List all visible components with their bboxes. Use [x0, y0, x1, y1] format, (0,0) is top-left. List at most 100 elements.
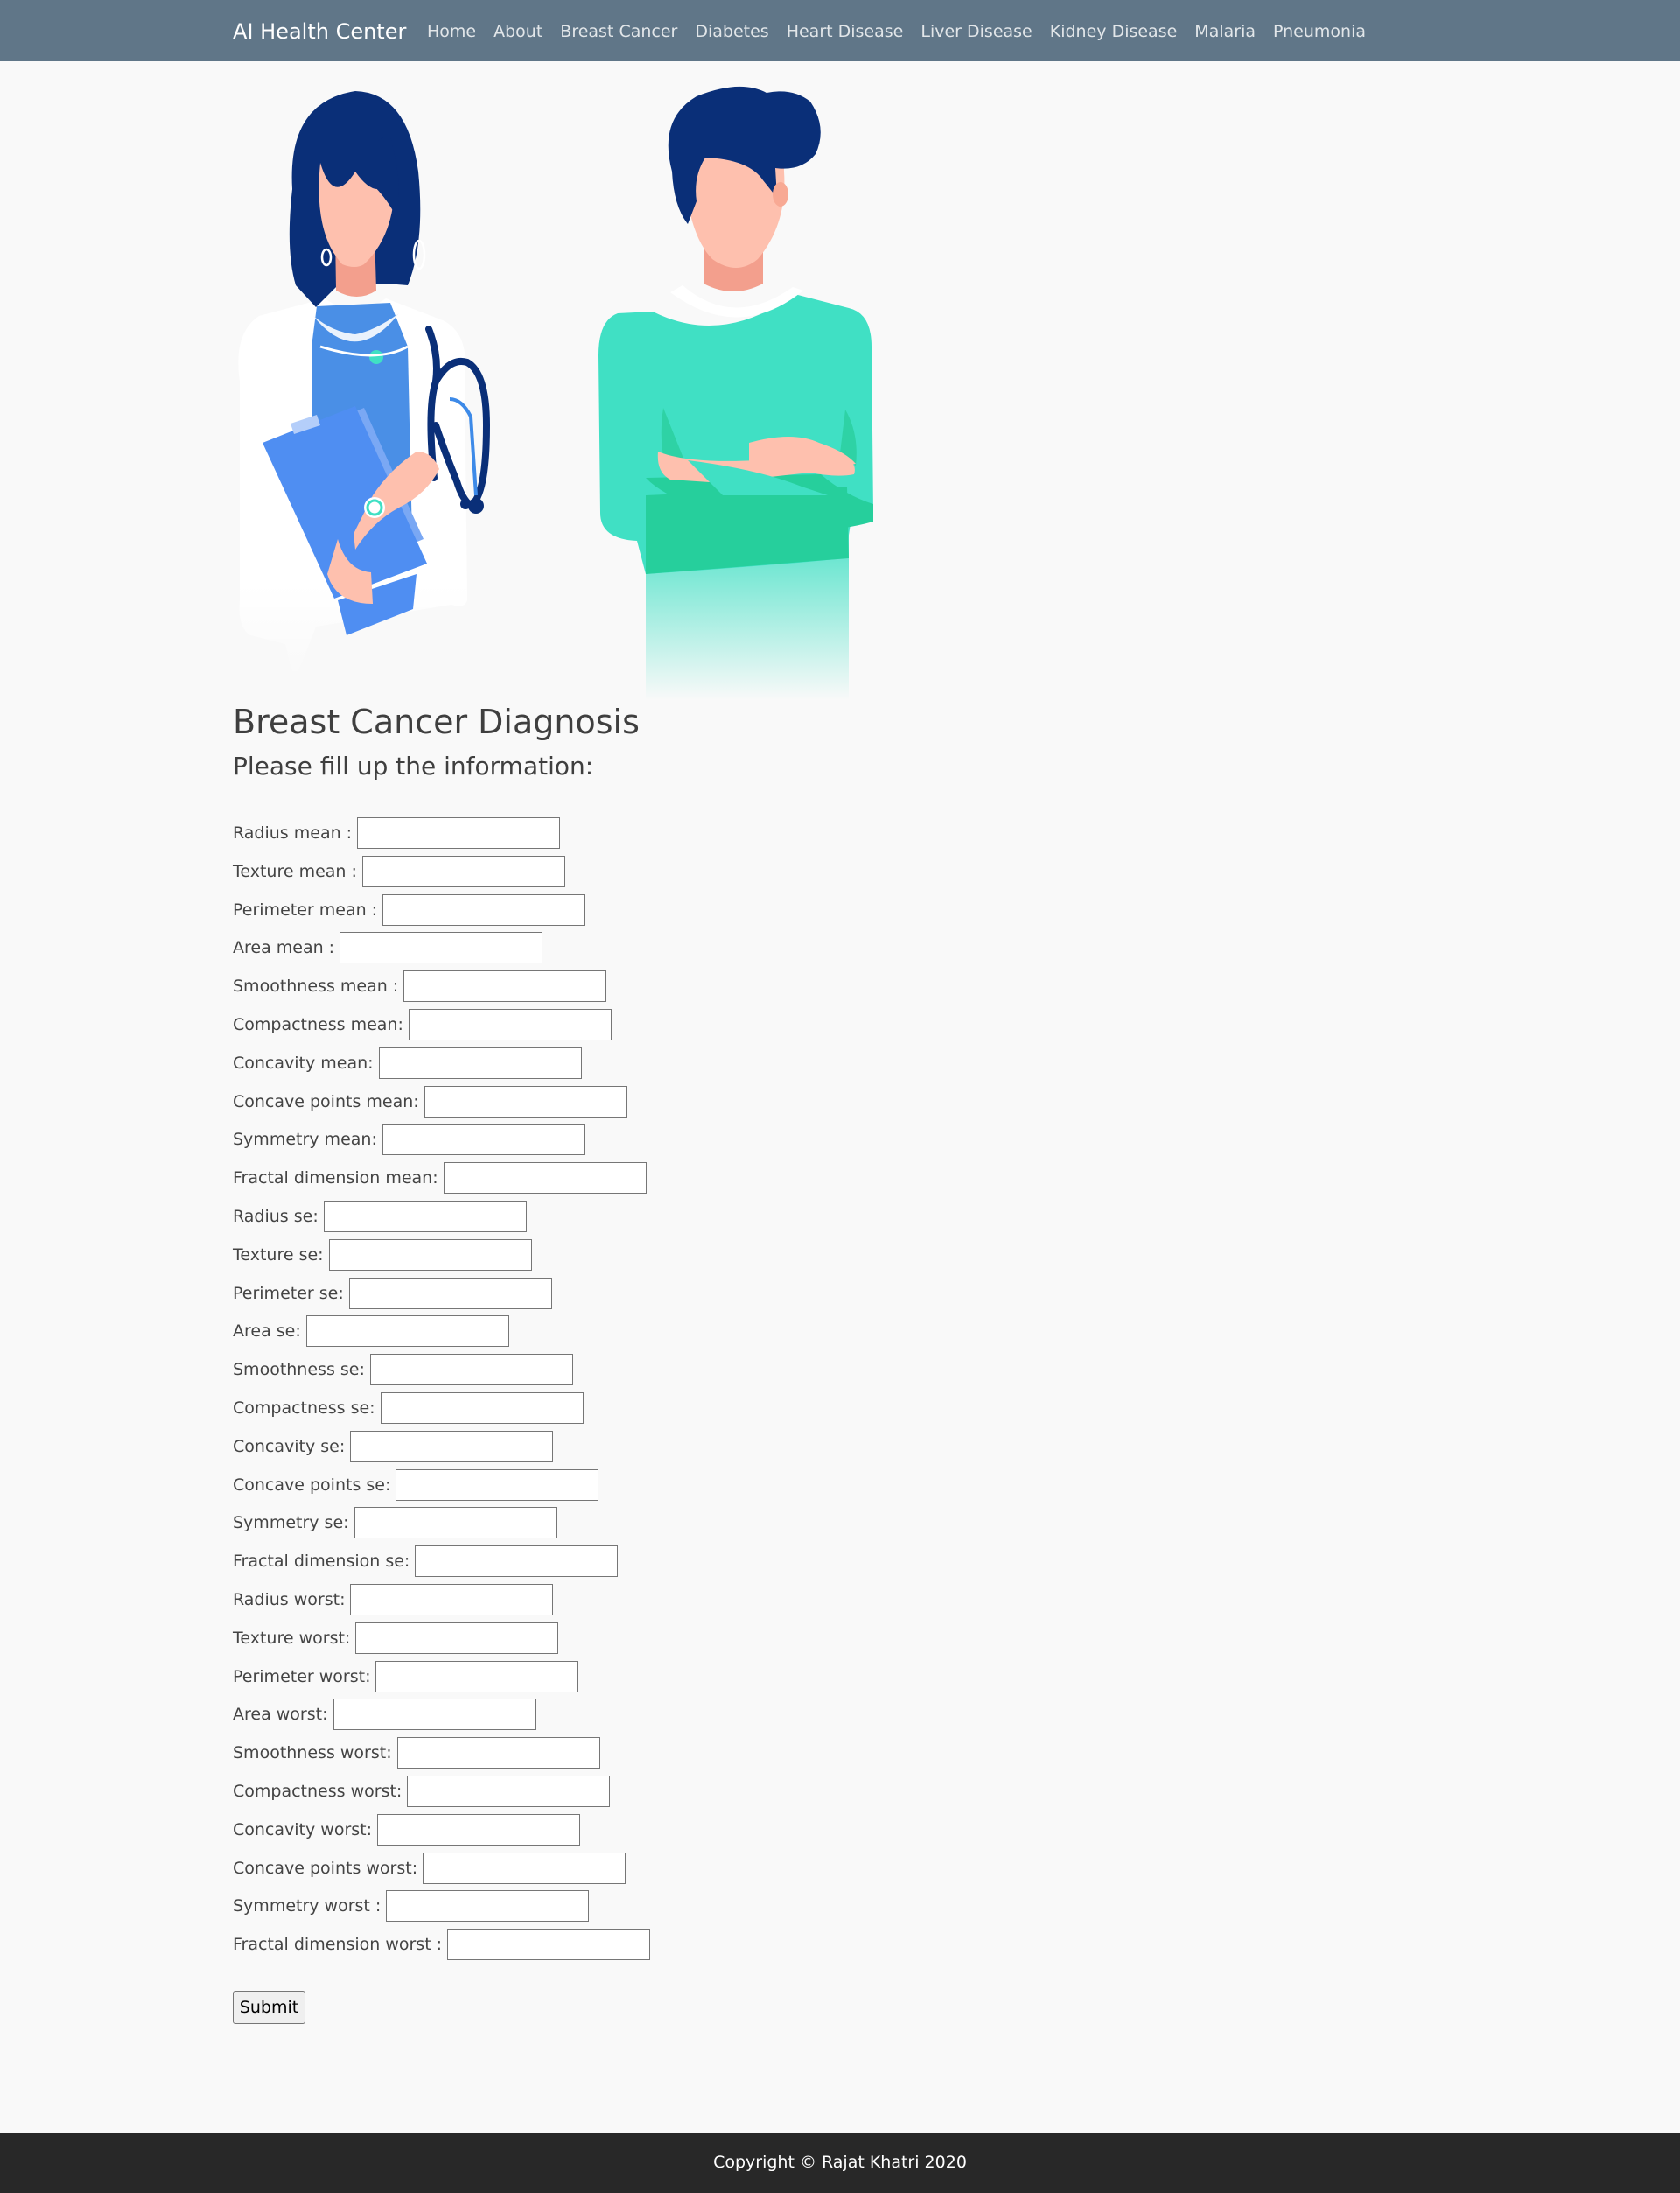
field-concavity-mean: Concavity mean:: [233, 1047, 582, 1080]
nav-link-heart-disease[interactable]: Heart Disease: [787, 19, 904, 44]
input-concave-points-worst[interactable]: [423, 1852, 626, 1884]
input-smoothness-worst[interactable]: [396, 1737, 600, 1769]
input-area-mean[interactable]: [340, 932, 543, 964]
input-concavity-se[interactable]: [350, 1430, 554, 1462]
input-symmetry-se[interactable]: [354, 1507, 557, 1539]
field-perimeter-worst: Perimeter worst:: [233, 1660, 579, 1693]
field-texture-mean: Texture mean :: [233, 855, 565, 888]
field-label-concavity-se: Concavity se:: [233, 1436, 346, 1456]
field-fractal-dimension-worst: Fractal dimension worst :: [233, 1928, 651, 1961]
input-smoothness-mean[interactable]: [403, 970, 607, 1003]
input-texture-se[interactable]: [328, 1238, 532, 1271]
nav-links: Home About Breast Cancer Diabetes Heart Dise…: [427, 19, 1383, 44]
input-fractal-dimension-se[interactable]: [415, 1545, 619, 1578]
female-doctor: [238, 91, 491, 679]
nav-link-home[interactable]: Home: [427, 19, 476, 44]
input-concavity-mean[interactable]: [378, 1047, 582, 1079]
field-label-smoothness-mean: Smoothness mean :: [233, 977, 399, 997]
input-texture-mean[interactable]: [361, 855, 565, 887]
input-perimeter-worst[interactable]: [375, 1660, 579, 1692]
field-concave-points-se: Concave points se:: [233, 1468, 599, 1502]
input-fractal-dimension-mean[interactable]: [443, 1162, 647, 1195]
field-label-radius-mean: Radius mean :: [233, 823, 353, 843]
field-label-concavity-mean: Concavity mean:: [233, 1053, 374, 1073]
field-label-compactness-mean: Compactness mean:: [233, 1015, 403, 1034]
field-concavity-se: Concavity se:: [233, 1430, 554, 1463]
input-smoothness-se[interactable]: [369, 1354, 573, 1386]
field-compactness-mean: Compactness mean:: [233, 1008, 612, 1041]
field-label-texture-worst: Texture worst:: [233, 1628, 351, 1648]
field-label-perimeter-se: Perimeter se:: [233, 1283, 344, 1303]
field-label-symmetry-se: Symmetry se:: [233, 1513, 349, 1533]
page-title: Breast Cancer Diagnosis: [233, 703, 640, 741]
field-fractal-dimension-se: Fractal dimension se:: [233, 1545, 619, 1578]
field-label-fractal-dimension-se: Fractal dimension se:: [233, 1552, 410, 1572]
field-label-area-se: Area se:: [233, 1321, 301, 1342]
input-compactness-mean[interactable]: [408, 1009, 612, 1040]
nav-link-liver-disease[interactable]: Liver Disease: [920, 19, 1032, 44]
input-area-se[interactable]: [305, 1315, 509, 1348]
input-radius-worst[interactable]: [350, 1584, 554, 1615]
field-concave-points-mean: Concave points mean:: [233, 1085, 627, 1118]
field-label-concave-points-worst: Concave points worst:: [233, 1858, 418, 1878]
submit-button[interactable]: Submit: [233, 1991, 305, 2024]
field-label-area-worst: Area worst:: [233, 1705, 328, 1725]
input-compactness-worst[interactable]: [407, 1776, 611, 1807]
field-label-fractal-dimension-mean: Fractal dimension mean:: [233, 1168, 438, 1188]
field-label-perimeter-worst: Perimeter worst:: [233, 1666, 371, 1686]
nav-link-diabetes[interactable]: Diabetes: [695, 19, 768, 44]
nav-link-kidney-disease[interactable]: Kidney Disease: [1050, 19, 1178, 44]
field-label-concave-points-mean: Concave points mean:: [233, 1091, 419, 1111]
input-radius-mean[interactable]: [357, 817, 561, 849]
input-area-worst[interactable]: [332, 1699, 536, 1731]
nav-link-breast-cancer[interactable]: Breast Cancer: [560, 19, 677, 44]
field-texture-se: Texture se:: [233, 1238, 532, 1272]
input-radius-se[interactable]: [323, 1201, 527, 1232]
field-compactness-worst: Compactness worst:: [233, 1775, 611, 1808]
input-symmetry-mean[interactable]: [382, 1124, 585, 1156]
male-doctor: [598, 86, 873, 700]
field-area-se: Area se:: [233, 1314, 509, 1348]
input-concave-points-mean[interactable]: [424, 1085, 627, 1118]
field-label-compactness-worst: Compactness worst:: [233, 1782, 402, 1801]
field-symmetry-worst: Symmetry worst :: [233, 1889, 590, 1923]
field-label-area-mean: Area mean :: [233, 938, 335, 958]
field-texture-worst: Texture worst:: [233, 1622, 559, 1655]
nav-link-pneumonia[interactable]: Pneumonia: [1273, 19, 1366, 44]
page-subtitle: Please fill up the information:: [233, 752, 594, 781]
input-texture-worst[interactable]: [355, 1622, 559, 1654]
field-perimeter-se: Perimeter se:: [233, 1277, 552, 1310]
nav-link-malaria[interactable]: Malaria: [1194, 19, 1256, 44]
input-compactness-se[interactable]: [380, 1392, 584, 1424]
field-label-fractal-dimension-worst: Fractal dimension worst :: [233, 1935, 443, 1955]
nav-link-about[interactable]: About: [494, 19, 542, 44]
field-label-smoothness-se: Smoothness se:: [233, 1360, 365, 1380]
input-concave-points-se[interactable]: [396, 1468, 599, 1501]
field-smoothness-mean: Smoothness mean :: [233, 970, 607, 1003]
field-label-radius-worst: Radius worst:: [233, 1590, 346, 1609]
input-concavity-worst[interactable]: [377, 1813, 581, 1846]
field-label-perimeter-mean: Perimeter mean :: [233, 900, 378, 920]
field-symmetry-mean: Symmetry mean:: [233, 1123, 585, 1156]
field-symmetry-se: Symmetry se:: [233, 1506, 557, 1539]
field-smoothness-worst: Smoothness worst:: [233, 1736, 600, 1769]
navbar-brand[interactable]: AI Health Center: [233, 18, 406, 46]
field-label-smoothness-worst: Smoothness worst:: [233, 1743, 392, 1763]
field-label-concave-points-se: Concave points se:: [233, 1475, 391, 1495]
input-symmetry-worst[interactable]: [386, 1890, 590, 1923]
field-fractal-dimension-mean: Fractal dimension mean:: [233, 1161, 647, 1195]
input-perimeter-mean[interactable]: [382, 893, 586, 926]
field-radius-mean: Radius mean :: [233, 816, 561, 850]
field-label-texture-se: Texture se:: [233, 1244, 324, 1265]
footer: Copyright © Rajat Khatri 2020: [0, 2133, 1680, 2193]
field-smoothness-se: Smoothness se:: [233, 1353, 573, 1386]
field-label-texture-mean: Texture mean :: [233, 861, 357, 881]
field-perimeter-mean: Perimeter mean :: [233, 893, 586, 927]
input-fractal-dimension-worst[interactable]: [447, 1929, 651, 1961]
hero-illustration: [233, 84, 898, 700]
field-radius-se: Radius se:: [233, 1200, 527, 1233]
doctors-illustration: [238, 86, 873, 700]
field-concavity-worst: Concavity worst:: [233, 1813, 581, 1846]
field-label-compactness-se: Compactness se:: [233, 1398, 375, 1418]
input-perimeter-se[interactable]: [348, 1277, 552, 1309]
